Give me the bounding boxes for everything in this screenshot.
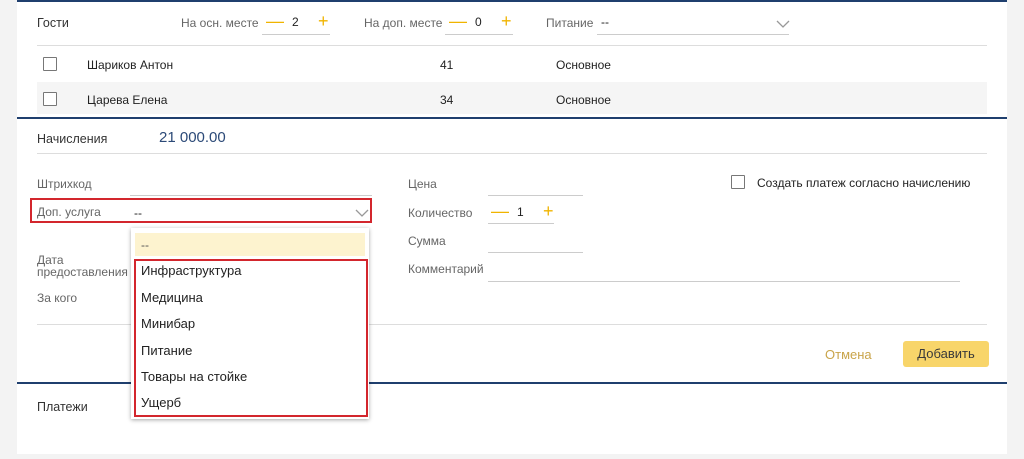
main-place-underline (262, 34, 330, 35)
food-underline (597, 34, 789, 35)
guest-type: Основное (556, 58, 611, 72)
date-label-line2: предоставления (37, 265, 128, 279)
guest-number: 34 (440, 93, 454, 107)
main-place-label: На осн. месте (181, 16, 259, 30)
extra-place-minus-button[interactable]: — (449, 12, 467, 30)
charges-divider (37, 153, 987, 154)
main-place-minus-button[interactable]: — (266, 12, 284, 30)
guest-checkbox[interactable] (43, 92, 57, 106)
comment-input[interactable] (488, 281, 960, 282)
create-payment-checkbox[interactable] (731, 175, 745, 189)
main-place-value[interactable]: 2 (292, 15, 299, 29)
food-label: Питание (546, 16, 594, 30)
dropdown-option-label: -- (141, 238, 149, 252)
guests-divider (37, 45, 987, 46)
sum-input[interactable] (488, 252, 583, 253)
charges-title: Начисления (37, 132, 108, 146)
barcode-label: Штрихкод (37, 177, 92, 191)
extra-place-underline (445, 34, 513, 35)
guest-number: 41 (440, 58, 454, 72)
guests-panel: Гости На осн. месте — 2 + На доп. месте … (17, 0, 1007, 117)
main-place-plus-button[interactable]: + (318, 12, 329, 30)
service-select-highlight (30, 198, 372, 223)
barcode-input[interactable] (130, 195, 372, 196)
food-select-value[interactable]: -- (601, 15, 609, 29)
dropdown-option[interactable]: -- (135, 233, 365, 256)
extra-place-label: На доп. месте (364, 16, 443, 30)
price-input[interactable] (488, 195, 583, 196)
extra-place-value[interactable]: 0 (475, 15, 482, 29)
extra-place-plus-button[interactable]: + (501, 12, 512, 30)
for-whom-label: За кого (37, 291, 78, 305)
guest-type: Основное (556, 93, 611, 107)
table-row: Царева Елена 34 Основное (37, 82, 987, 114)
payments-title: Платежи (37, 400, 88, 414)
guest-name: Царева Елена (87, 93, 168, 107)
guest-name: Шариков Антон (87, 58, 174, 72)
sum-label: Сумма (408, 234, 446, 248)
quantity-plus-button[interactable]: + (543, 202, 554, 220)
create-payment-label: Создать платеж согласно начислению (757, 176, 971, 190)
quantity-value[interactable]: 1 (517, 205, 524, 219)
food-chevron-down-icon[interactable] (776, 19, 790, 29)
dropdown-options-highlight (134, 259, 368, 417)
guests-title: Гости (37, 16, 69, 30)
guest-checkbox[interactable] (43, 57, 57, 71)
price-label: Цена (408, 177, 437, 191)
comment-label: Комментарий (408, 262, 484, 276)
cancel-button[interactable]: Отмена (825, 347, 872, 362)
charges-amount: 21 000.00 (159, 129, 226, 146)
add-button[interactable]: Добавить (903, 341, 989, 367)
quantity-minus-button[interactable]: — (491, 202, 509, 220)
quantity-label: Количество (408, 206, 473, 220)
quantity-underline (488, 223, 554, 224)
